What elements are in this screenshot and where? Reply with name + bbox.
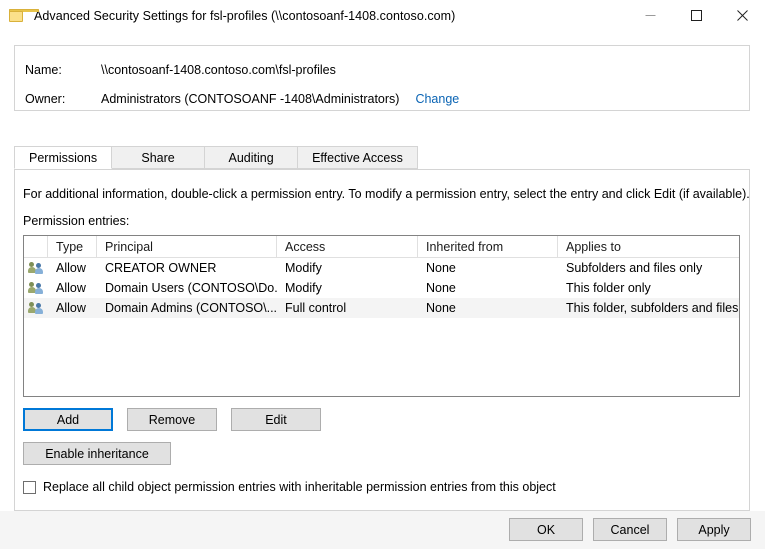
name-value: \\contosoanf-1408.contoso.com\fsl-profil… [101, 63, 336, 77]
tab-strip: Permissions Share Auditing Effective Acc… [14, 147, 750, 170]
cell-type: Allow [48, 301, 97, 315]
object-info-group: Name: \\contosoanf-1408.contoso.com\fsl-… [14, 45, 750, 111]
column-header-applies-to[interactable]: Applies to [558, 236, 739, 257]
tab-effective-access[interactable]: Effective Access [297, 146, 418, 169]
add-button[interactable]: Add [23, 408, 113, 431]
window-title: Advanced Security Settings for fsl-profi… [34, 9, 455, 23]
tab-permissions[interactable]: Permissions [14, 146, 112, 169]
remove-button[interactable]: Remove [127, 408, 217, 431]
window-controls [627, 0, 765, 31]
cell-inherited-from: None [418, 261, 558, 275]
column-header-icon [24, 236, 48, 257]
table-row[interactable]: Allow Domain Users (CONTOSO\Do... Modify… [24, 278, 739, 298]
tab-auditing[interactable]: Auditing [204, 146, 298, 169]
cancel-button[interactable]: Cancel [593, 518, 667, 541]
ok-button[interactable]: OK [509, 518, 583, 541]
dialog-footer: OK Cancel Apply [0, 511, 765, 549]
change-owner-link[interactable]: Change [415, 92, 459, 106]
cell-inherited-from: None [418, 301, 558, 315]
permissions-tab-page: For additional information, double-click… [14, 170, 750, 511]
owner-row: Owner: Administrators (CONTOSOANF -1408\… [15, 91, 459, 107]
users-group-icon [24, 261, 48, 275]
permission-entries-list[interactable]: Type Principal Access Inherited from App… [23, 235, 740, 397]
cell-inherited-from: None [418, 281, 558, 295]
cell-applies-to: This folder, subfolders and files [558, 301, 739, 315]
cell-type: Allow [48, 261, 97, 275]
edit-button[interactable]: Edit [231, 408, 321, 431]
tab-effective-access-label: Effective Access [312, 151, 403, 165]
name-label: Name: [15, 63, 101, 77]
table-row[interactable]: Allow CREATOR OWNER Modify None Subfolde… [24, 258, 739, 278]
instructions-text: For additional information, double-click… [23, 187, 750, 201]
replace-child-permissions-label: Replace all child object permission entr… [43, 480, 556, 494]
cell-applies-to: This folder only [558, 281, 739, 295]
footer-buttons: OK Cancel Apply [509, 518, 751, 541]
list-header-row: Type Principal Access Inherited from App… [24, 236, 739, 258]
title-bar: Advanced Security Settings for fsl-profi… [0, 0, 765, 31]
enable-inheritance-button[interactable]: Enable inheritance [23, 442, 171, 465]
users-group-icon [24, 301, 48, 315]
tab-share-label: Share [141, 151, 174, 165]
cell-principal: CREATOR OWNER [97, 261, 277, 275]
name-row: Name: \\contosoanf-1408.contoso.com\fsl-… [15, 62, 336, 78]
cell-access: Modify [277, 281, 418, 295]
maximize-icon[interactable] [673, 0, 719, 31]
users-group-icon [24, 281, 48, 295]
owner-value: Administrators (CONTOSOANF -1408\Adminis… [101, 92, 399, 106]
table-row[interactable]: Allow Domain Admins (CONTOSO\... Full co… [24, 298, 739, 318]
column-header-type[interactable]: Type [48, 236, 97, 257]
cell-principal: Domain Users (CONTOSO\Do... [97, 281, 277, 295]
column-header-inherited-from[interactable]: Inherited from [418, 236, 558, 257]
cell-type: Allow [48, 281, 97, 295]
folder-icon [9, 9, 25, 23]
column-header-principal[interactable]: Principal [97, 236, 277, 257]
cell-access: Modify [277, 261, 418, 275]
cell-principal: Domain Admins (CONTOSO\... [97, 301, 277, 315]
cell-access: Full control [277, 301, 418, 315]
column-header-access[interactable]: Access [277, 236, 418, 257]
replace-child-permissions-row[interactable]: Replace all child object permission entr… [23, 480, 556, 494]
tab-permissions-label: Permissions [29, 151, 97, 165]
tab-share[interactable]: Share [111, 146, 205, 169]
close-icon[interactable] [719, 0, 765, 31]
owner-label: Owner: [15, 92, 101, 106]
tab-auditing-label: Auditing [228, 151, 273, 165]
cell-applies-to: Subfolders and files only [558, 261, 739, 275]
entry-action-buttons: Add Remove Edit [23, 408, 321, 431]
minimize-icon[interactable] [627, 0, 673, 31]
apply-button[interactable]: Apply [677, 518, 751, 541]
replace-child-permissions-checkbox[interactable] [23, 481, 36, 494]
dialog-body: Name: \\contosoanf-1408.contoso.com\fsl-… [0, 31, 765, 518]
permission-entries-label: Permission entries: [23, 214, 129, 228]
